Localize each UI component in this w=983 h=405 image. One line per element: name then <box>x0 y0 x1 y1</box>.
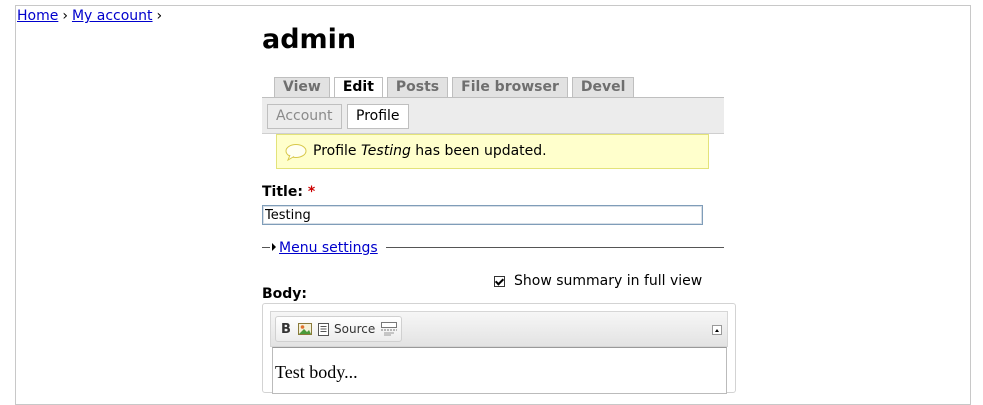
breadcrumb-separator: › <box>62 8 68 24</box>
expand-triangle-icon[interactable] <box>272 243 276 251</box>
message-text: Profile <box>313 143 361 159</box>
summary-label: Show summary in full view <box>514 273 703 289</box>
message-text-end: has been updated. <box>410 143 547 159</box>
breadcrumb-home-link[interactable]: Home <box>17 8 58 24</box>
menu-settings-fieldset: Menu settings <box>270 240 380 256</box>
required-marker: * <box>307 184 316 200</box>
editor-toolbar-group: B Source <box>275 316 403 342</box>
title-label-text: Title: <box>262 184 303 200</box>
source-label: Source <box>334 322 376 336</box>
page-title: admin <box>262 24 357 55</box>
editor-content[interactable]: Test body... <box>272 347 727 394</box>
summary-option: Show summary in full view <box>494 273 702 289</box>
image-button[interactable] <box>298 323 312 335</box>
breadcrumb: Home › My account › <box>17 8 166 24</box>
source-button[interactable]: Source <box>318 322 375 336</box>
teaser-break-icon <box>381 322 398 336</box>
title-label: Title: * <box>262 184 315 200</box>
body-editor: B Source Test body... <box>262 303 736 394</box>
tab-view[interactable]: View <box>274 77 330 97</box>
breadcrumb-separator: › <box>156 8 163 24</box>
primary-tabs: View Edit Posts File browser Devel <box>274 77 635 98</box>
teaser-break-button[interactable] <box>381 322 398 336</box>
body-label: Body: <box>262 286 308 302</box>
bold-button[interactable]: B <box>280 322 292 337</box>
editor-toolbar: B Source <box>270 311 728 347</box>
tab-devel[interactable]: Devel <box>571 77 635 97</box>
tab-file-browser[interactable]: File browser <box>452 77 568 97</box>
breadcrumb-my-account-link[interactable]: My account <box>72 8 153 24</box>
collapse-toolbar-button[interactable] <box>712 325 722 335</box>
subtab-account[interactable]: Account <box>267 104 342 129</box>
fieldset-line-left <box>262 247 270 248</box>
status-message: Profile Testing has been updated. <box>276 134 709 169</box>
speech-bubble-icon <box>285 144 307 161</box>
secondary-tabs: Account Profile <box>262 97 724 134</box>
message-node-title: Testing <box>360 143 411 159</box>
title-input[interactable] <box>262 205 703 225</box>
image-icon <box>298 323 312 335</box>
subtab-profile[interactable]: Profile <box>347 104 409 129</box>
tab-posts[interactable]: Posts <box>386 77 449 97</box>
document-icon <box>318 322 329 336</box>
menu-settings-link[interactable]: Menu settings <box>279 240 378 256</box>
fieldset-line-right <box>386 247 724 248</box>
tab-edit[interactable]: Edit <box>333 77 383 98</box>
summary-checkbox[interactable] <box>494 275 505 287</box>
